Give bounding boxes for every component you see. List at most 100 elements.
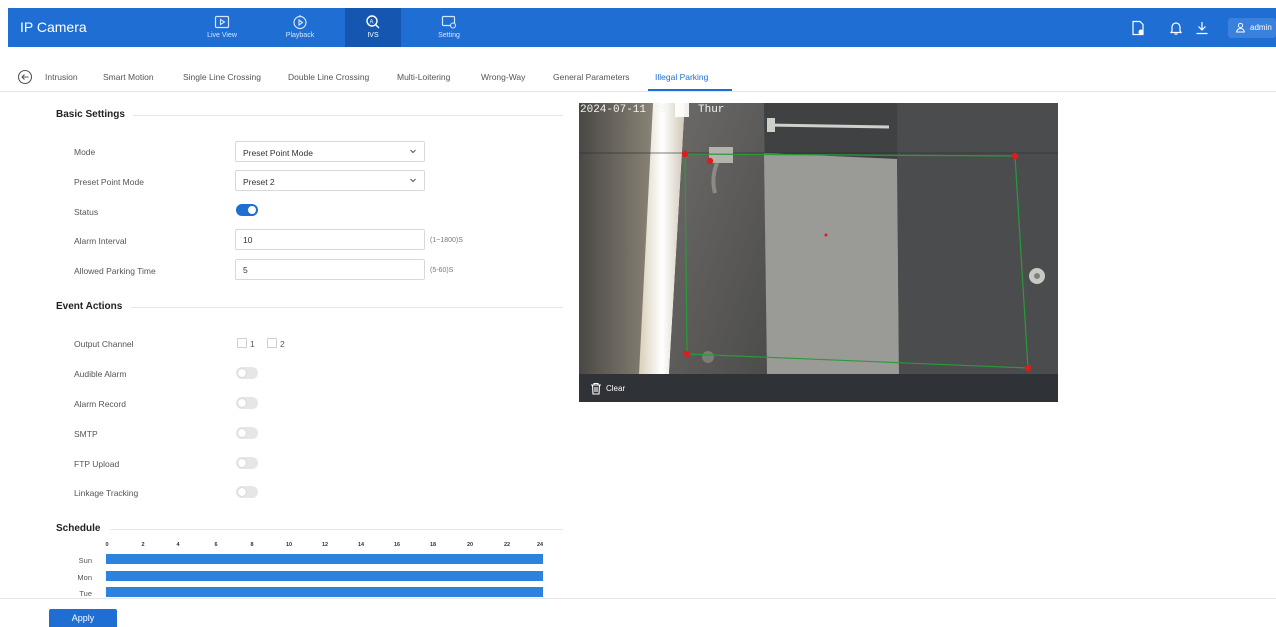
parking-time-hint: (5-60)S — [430, 267, 454, 274]
setting-icon — [441, 15, 457, 29]
nav-ivs-label: IVS — [367, 32, 379, 39]
schedule-hour-label: 22 — [503, 542, 511, 548]
playback-icon — [293, 15, 307, 30]
top-navigation-bar: IP Camera Live View Playback A IVS Setti… — [8, 8, 1276, 47]
svg-text:A: A — [370, 20, 374, 26]
osd-date: 2024-07-11 08: — [580, 104, 673, 116]
video-preview[interactable]: 2024-07-11 08: Thur — [579, 103, 1058, 374]
schedule-hour-label: 6 — [214, 542, 218, 548]
nav-setting[interactable]: Setting — [421, 8, 477, 47]
nav-setting-label: Setting — [438, 32, 460, 39]
tab-illegal-parking[interactable]: Illegal Parking — [655, 72, 708, 82]
mode-select-value: Preset Point Mode — [243, 148, 313, 158]
schedule-day-label: Tue — [79, 589, 92, 598]
preset-select-value: Preset 2 — [243, 177, 275, 187]
app-title: IP Camera — [20, 19, 87, 35]
schedule-hour-label: 12 — [321, 542, 329, 548]
tab-general-parameters[interactable]: General Parameters — [553, 72, 630, 82]
tab-smart-motion[interactable]: Smart Motion — [103, 72, 154, 82]
preset-select[interactable]: Preset 2 — [235, 170, 425, 191]
schedule-hour-label: 4 — [176, 542, 180, 548]
output-channel-1-label: 1 — [250, 339, 255, 349]
toggle-knob — [238, 429, 246, 437]
tab-intrusion[interactable]: Intrusion — [45, 72, 78, 82]
chevron-down-icon — [410, 178, 416, 183]
schedule-hour-label: 10 — [285, 542, 293, 548]
nav-live-view-label: Live View — [207, 32, 237, 39]
section-divider — [110, 529, 563, 530]
output-channel-label: Output Channel — [74, 339, 134, 349]
basic-settings-title: Basic Settings — [56, 109, 125, 120]
tab-double-line-crossing[interactable]: Double Line Crossing — [288, 72, 369, 82]
schedule-bar-tue[interactable] — [106, 587, 543, 597]
schedule-hour-label: 18 — [429, 542, 437, 548]
ivs-icon: A — [366, 15, 380, 29]
tab-multi-loitering[interactable]: Multi-Loitering — [397, 72, 450, 82]
active-tab-indicator — [648, 89, 732, 91]
parking-time-input[interactable] — [235, 259, 425, 280]
nav-playback-label: Playback — [285, 32, 315, 39]
schedule-bar-mon[interactable] — [106, 571, 543, 581]
alarm-record-toggle[interactable] — [236, 397, 258, 409]
footer-divider — [0, 598, 1276, 599]
bell-icon[interactable] — [1168, 20, 1184, 36]
camera-feed-image — [579, 103, 1058, 374]
nav-live-view[interactable]: Live View — [194, 8, 250, 47]
schedule-bar-sun[interactable] — [106, 554, 543, 564]
toggle-knob — [238, 399, 246, 407]
nav-ivs[interactable]: A IVS — [345, 8, 401, 47]
output-channel-1-checkbox[interactable] — [237, 338, 247, 348]
nav-playback[interactable]: Playback — [272, 8, 328, 47]
schedule-hour-label: 8 — [250, 542, 254, 548]
section-divider — [133, 115, 563, 116]
tab-wrong-way[interactable]: Wrong-Way — [481, 72, 525, 82]
ftp-upload-toggle[interactable] — [236, 457, 258, 469]
schedule-hour-label: 16 — [393, 542, 401, 548]
clear-label: Clear — [606, 384, 626, 393]
schedule-day-label: Mon — [77, 573, 92, 582]
ivs-tab-bar: Intrusion Smart Motion Single Line Cross… — [0, 68, 1276, 92]
status-label: Status — [74, 207, 99, 217]
toggle-knob — [238, 459, 246, 467]
user-icon — [1236, 22, 1245, 33]
schedule-hour-label: 0 — [105, 542, 109, 548]
apply-button[interactable]: Apply — [49, 609, 117, 627]
smtp-label: SMTP — [74, 429, 98, 439]
ftp-upload-label: FTP Upload — [74, 459, 120, 469]
allowed-parking-time-label: Allowed Parking Time — [74, 266, 156, 276]
schedule-day-label: Sun — [78, 556, 92, 565]
schedule-hour-label: 24 — [536, 542, 544, 548]
section-divider — [131, 307, 563, 308]
video-toolbar: Clear — [579, 374, 1058, 402]
output-channel-2-label: 2 — [280, 339, 285, 349]
toggle-knob — [248, 206, 256, 214]
mode-label: Mode — [74, 147, 96, 157]
smtp-toggle[interactable] — [236, 427, 258, 439]
alarm-record-label: Alarm Record — [74, 399, 126, 409]
alarm-interval-label: Alarm Interval — [74, 236, 127, 246]
event-actions-title: Event Actions — [56, 301, 123, 312]
alarm-interval-hint: (1~1800)S — [430, 237, 463, 244]
schedule-hour-label: 14 — [357, 542, 365, 548]
back-icon[interactable] — [17, 69, 33, 85]
preset-point-mode-label: Preset Point Mode — [74, 177, 144, 187]
mode-select[interactable]: Preset Point Mode — [235, 141, 425, 162]
output-channel-2-checkbox[interactable] — [267, 338, 277, 348]
schedule-title: Schedule — [56, 523, 101, 534]
toggle-knob — [238, 369, 246, 377]
download-icon[interactable] — [1194, 20, 1210, 36]
user-menu[interactable]: admin — [1228, 18, 1276, 38]
status-toggle[interactable] — [236, 204, 258, 216]
audible-alarm-label: Audible Alarm — [74, 369, 127, 379]
live-view-icon — [214, 15, 230, 29]
tab-single-line-crossing[interactable]: Single Line Crossing — [183, 72, 261, 82]
timestamp-overlay: 2024-07-11 08: Thur — [580, 104, 724, 116]
schedule-hour-label: 20 — [466, 542, 474, 548]
chevron-down-icon — [410, 149, 416, 154]
file-icon[interactable] — [1130, 20, 1146, 36]
linkage-tracking-label: Linkage Tracking — [74, 488, 139, 498]
linkage-tracking-toggle[interactable] — [236, 486, 258, 498]
audible-alarm-toggle[interactable] — [236, 367, 258, 379]
schedule-hour-label: 2 — [141, 542, 145, 548]
alarm-interval-input[interactable] — [235, 229, 425, 250]
